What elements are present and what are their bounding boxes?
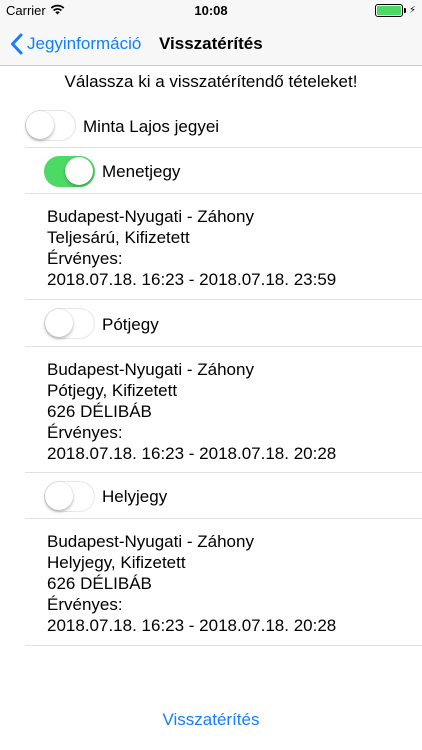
ticket-fare-status: Teljesárú, Kifizetett [47, 228, 190, 247]
ticket-type-label: Helyjegy [102, 487, 168, 506]
status-right: ⚡ [374, 4, 416, 17]
ticket-route: Budapest-Nyugati - Záhony [47, 207, 254, 226]
back-label: Jegyinformáció [27, 34, 142, 53]
refund-button[interactable]: Visszatérítés [0, 710, 422, 730]
passenger-label: Minta Lajos jegyei [83, 117, 220, 136]
ticket-toggle-potjegy[interactable] [44, 308, 95, 339]
charging-icon: ⚡ [408, 5, 416, 16]
ticket-train-name: 626 DÉLIBÁB [47, 574, 152, 593]
ticket-toggle-menetjegy[interactable] [44, 156, 95, 187]
ticket-route: Budapest-Nyugati - Záhony [47, 360, 254, 379]
separator [25, 645, 422, 646]
separator [25, 472, 422, 473]
ticket-details: Budapest-Nyugati - Záhony Helyjegy, Kifi… [47, 531, 336, 636]
ticket-fare-status: Pótjegy, Kifizetett [47, 381, 178, 400]
separator [25, 518, 422, 519]
ticket-valid-range: 2018.07.18. 16:23 - 2018.07.18. 20:28 [47, 616, 337, 635]
ticket-details: Budapest-Nyugati - Záhony Teljesárú, Kif… [47, 206, 336, 290]
navigation-bar: Jegyinformáció Visszatérítés [0, 22, 422, 66]
ticket-valid-range: 2018.07.18. 16:23 - 2018.07.18. 23:59 [47, 270, 337, 289]
ticket-valid-range: 2018.07.18. 16:23 - 2018.07.18. 20:28 [47, 444, 337, 463]
separator [25, 346, 422, 347]
instruction-text: Válassza ki a visszatérítendő tételeket! [64, 72, 358, 91]
ticket-valid-label: Érvényes: [47, 595, 123, 614]
ticket-train-name: 626 DÉLIBÁB [47, 402, 152, 421]
ticket-route: Budapest-Nyugati - Záhony [47, 532, 254, 551]
page-title: Visszatérítés [159, 34, 263, 53]
separator [25, 147, 422, 148]
separator [25, 193, 422, 194]
ticket-toggle-helyjegy[interactable] [44, 481, 95, 512]
ticket-type-label: Menetjegy [102, 162, 181, 181]
ticket-fare-status: Helyjegy, Kifizetett [47, 553, 186, 572]
back-button[interactable]: Jegyinformáció [10, 22, 141, 66]
chevron-left-icon [11, 33, 23, 55]
ticket-details: Budapest-Nyugati - Záhony Pótjegy, Kifiz… [47, 359, 336, 464]
ticket-type-label: Pótjegy [102, 315, 159, 334]
refund-screen: Carrier 10:08 ⚡ Jegyinformáció Visszatér… [0, 0, 422, 750]
status-time: 10:08 [194, 3, 228, 18]
separator [25, 299, 422, 300]
passenger-toggle[interactable] [25, 110, 76, 141]
battery-icon [374, 4, 406, 17]
ticket-valid-label: Érvényes: [47, 249, 123, 268]
ticket-valid-label: Érvényes: [47, 423, 123, 442]
status-bar: Carrier 10:08 ⚡ [0, 0, 422, 22]
